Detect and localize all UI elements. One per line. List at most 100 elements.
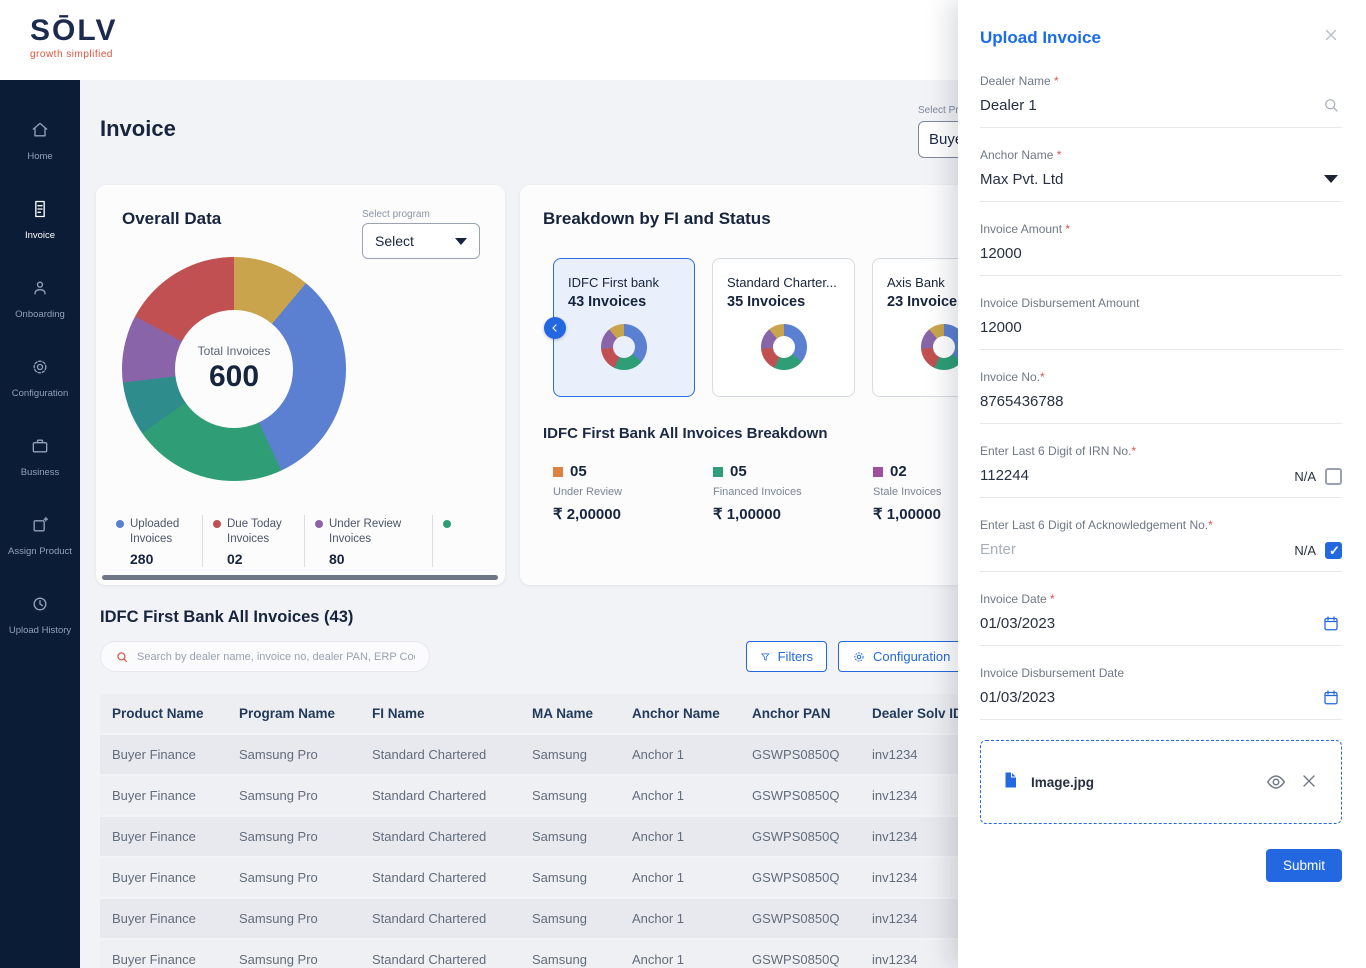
acknowledgement-no-input[interactable] — [980, 541, 1230, 558]
fi-mini-donut-chart — [601, 324, 647, 370]
table-cell: GSWPS0850Q — [740, 858, 860, 899]
stat-count: 05 — [570, 463, 587, 480]
carousel-prev-button[interactable] — [544, 317, 566, 339]
search-input[interactable] — [137, 650, 415, 663]
legend-horizontal-scrollbar[interactable] — [102, 575, 498, 580]
brand-tagline: growth simplified — [30, 49, 113, 60]
table-cell: GSWPS0850Q — [740, 776, 860, 817]
table-cell: Buyer Finance — [100, 858, 227, 899]
table-cell: Samsung Pro — [227, 858, 360, 899]
person-icon — [30, 278, 50, 303]
field-anchor-name: Anchor Name * — [980, 148, 1342, 202]
fi-card-idfc[interactable]: IDFC First bank 43 Invoices — [553, 258, 695, 397]
invoice-amount-input[interactable] — [980, 245, 1230, 262]
legend-value: 02 — [227, 550, 243, 567]
overall-data-card: Overall Data Select program Select Total… — [96, 185, 505, 585]
calendar-icon[interactable] — [1322, 614, 1340, 632]
legend-label: Due Today Invoices — [227, 518, 282, 545]
chevron-down-icon[interactable] — [1324, 175, 1338, 183]
home-icon — [30, 120, 50, 145]
box-plus-icon — [30, 515, 50, 540]
donut-center-value: 600 — [208, 360, 260, 393]
stat-amount: ₹ 1,00000 — [873, 506, 941, 523]
search-icon[interactable] — [1322, 96, 1340, 114]
stat-bullet — [713, 466, 723, 477]
brand-name: SŌLV — [30, 14, 118, 47]
sidebar-item-invoice[interactable]: Invoice — [0, 181, 80, 260]
filters-button[interactable]: Filters — [746, 641, 827, 672]
field-label: Enter Last 6 Digit of IRN No. — [980, 444, 1132, 458]
program-select-dropdown[interactable]: Select — [362, 223, 480, 259]
sidebar-item-label: Upload History — [8, 625, 72, 637]
field-label: Anchor Name — [980, 148, 1054, 162]
table-cell: Standard Chartered — [360, 817, 520, 858]
stat-bullet — [553, 466, 563, 477]
acknowledgement-na-checkbox[interactable] — [1325, 542, 1342, 559]
stat-amount: ₹ 1,00000 — [713, 506, 781, 523]
total-invoices-donut-chart: Total Invoices 600 — [122, 257, 346, 481]
stat-under-review: 05 Under Review ₹ 2,00000 — [553, 463, 622, 523]
select-program-label: Select program — [362, 209, 430, 220]
invoice-search — [100, 641, 430, 672]
brand-logo: SŌLV growth simplified — [30, 14, 117, 60]
fi-card-standard-chartered[interactable]: Standard Charter... 35 Invoices — [712, 258, 855, 397]
table-cell: Anchor 1 — [620, 817, 740, 858]
invoice-disbursement-date-input[interactable] — [980, 689, 1230, 706]
anchor-name-select[interactable] — [980, 171, 1230, 188]
legend-value: 280 — [130, 550, 154, 567]
field-label: Invoice No. — [980, 370, 1041, 384]
irn-no-input[interactable] — [980, 467, 1230, 484]
table-cell: Buyer Finance — [100, 735, 227, 776]
breakdown-subtitle: IDFC First Bank All Invoices Breakdown — [543, 425, 828, 442]
table-cell: Standard Chartered — [360, 776, 520, 817]
remove-file-icon[interactable] — [1299, 771, 1321, 793]
file-icon — [1001, 769, 1019, 796]
field-invoice-amount: Invoice Amount * — [980, 222, 1342, 276]
preview-eye-icon[interactable] — [1265, 771, 1287, 793]
table-cell: Anchor 1 — [620, 940, 740, 968]
submit-button[interactable]: Submit — [1265, 849, 1342, 882]
required-asterisk: * — [1046, 592, 1055, 606]
table-cell: GSWPS0850Q — [740, 735, 860, 776]
field-label: Invoice Disbursement Date — [980, 666, 1125, 680]
file-upload-box[interactable]: Image.jpg — [980, 740, 1342, 824]
table-cell: Anchor 1 — [620, 776, 740, 817]
sidebar-item-label: Home — [27, 151, 53, 163]
invoice-icon — [30, 199, 50, 224]
close-icon[interactable] — [1322, 26, 1344, 48]
stat-bullet — [873, 466, 883, 477]
sidebar-item-label: Onboarding — [15, 309, 65, 321]
calendar-icon[interactable] — [1322, 688, 1340, 706]
field-label: Dealer Name — [980, 74, 1051, 88]
required-asterisk: * — [1131, 444, 1137, 458]
field-label: Enter Last 6 Digit of Acknowledgement No… — [980, 518, 1209, 532]
sidebar-item-configuration[interactable]: Configuration — [0, 339, 80, 418]
sidebar-item-business[interactable]: Business — [0, 418, 80, 497]
invoice-disbursement-amount-input[interactable] — [980, 319, 1230, 336]
column-header: Product Name — [100, 694, 227, 735]
dealer-name-input[interactable] — [980, 97, 1230, 114]
sidebar-item-home[interactable]: Home — [0, 102, 80, 181]
field-irn-no: Enter Last 6 Digit of IRN No.* N/A — [980, 444, 1342, 498]
table-cell: Buyer Finance — [100, 899, 227, 940]
legend-item: Due Today Invoices 02 — [202, 515, 304, 567]
fi-name: IDFC First bank — [568, 275, 660, 290]
sidebar-item-assign-product[interactable]: Assign Product — [0, 497, 80, 576]
sidebar-item-upload-history[interactable]: Upload History — [0, 576, 80, 655]
invoice-list-title: IDFC First Bank All Invoices (43) — [100, 608, 354, 626]
gear-icon — [30, 357, 50, 382]
invoice-date-input[interactable] — [980, 615, 1230, 632]
upload-invoice-panel: Upload Invoice Dealer Name * Anchor Name… — [958, 0, 1366, 968]
legend-value: 80 — [329, 550, 345, 567]
invoice-no-input[interactable] — [980, 393, 1230, 410]
table-cell: Samsung Pro — [227, 817, 360, 858]
donut-center-label: Total Invoices — [197, 344, 271, 358]
stat-label: Financed Invoices — [713, 486, 802, 498]
configuration-button[interactable]: Configuration — [838, 641, 965, 672]
table-cell: Samsung — [520, 899, 620, 940]
stat-amount: ₹ 2,00000 — [553, 506, 621, 523]
table-cell: Anchor 1 — [620, 899, 740, 940]
irn-na-checkbox[interactable] — [1325, 468, 1342, 485]
legend-item: Uploaded Invoices 280 — [106, 515, 202, 567]
sidebar-item-onboarding[interactable]: Onboarding — [0, 260, 80, 339]
